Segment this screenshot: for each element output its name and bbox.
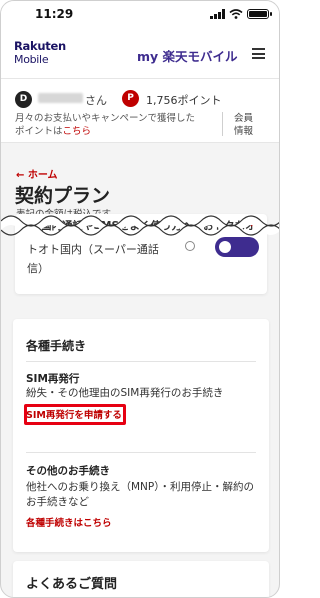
other-procedures-link[interactable]: 各種手続きはこちら	[26, 515, 112, 529]
faq-card: よくあるご質問	[13, 561, 269, 597]
status-time: 11:29	[35, 7, 74, 21]
logo-line2: Mobile	[14, 53, 49, 66]
my-rakuten-mobile-brand: my 楽天モバイル	[137, 49, 238, 64]
logo-line1: Rakuten	[14, 39, 66, 53]
member-info-line1: 会員	[234, 113, 254, 124]
hamburger-menu-icon[interactable]	[252, 48, 265, 59]
sim-reissue-apply-link[interactable]: SIM再発行を申請する	[24, 404, 126, 425]
divider	[26, 452, 256, 453]
app-header: Rakuten Mobile my 楽天モバイル	[1, 29, 279, 79]
points-note-text2: ポイントは	[15, 126, 63, 137]
faq-heading: よくあるご質問	[26, 577, 118, 592]
banner-option-name-cont: 信）	[27, 262, 49, 275]
account-bar: D さん P 1,756ポイント 月々のお支払いやキャンペーンで獲得した ポイン…	[1, 79, 279, 143]
points-balance[interactable]: 1,756ポイント	[146, 92, 222, 108]
back-home-link[interactable]: ← ホーム	[16, 166, 58, 181]
battery-icon	[247, 9, 272, 19]
rank-badge-icon: D	[15, 91, 32, 108]
phone-screen: 11:29 Rakuten Mobile my 楽天モバイル D さん P 1,…	[0, 0, 280, 598]
procedures-card: 各種手続き SIM再発行 紛失・その他理由のSIM再発行のお手続き SIM再発行…	[13, 319, 269, 552]
procedures-heading: 各種手続き	[26, 339, 87, 353]
other-procedures-title: その他のお手続き	[26, 465, 110, 477]
member-info-line2: 情報	[234, 126, 254, 137]
user-honorific: さん	[85, 94, 107, 107]
torn-edge-decoration	[1, 215, 279, 236]
user-name-blurred	[38, 93, 83, 103]
banner-option-name: トオト国内（スーパー通話	[27, 243, 159, 256]
highlight-box	[24, 404, 126, 425]
points-note: 月々のお支払いやキャンペーンで獲得した ポイントはこちら	[15, 112, 215, 138]
signal-icon	[210, 9, 225, 19]
sim-reissue-title: SIM再発行	[26, 373, 80, 385]
other-procedures-desc: 他社へのお乗り換え（MNP）・利用停止・解約のお手続きなど	[26, 481, 254, 508]
divider	[26, 361, 256, 362]
wifi-icon	[229, 9, 243, 19]
points-note-text1: 月々のお支払いやキャンペーンで獲得した	[15, 113, 196, 124]
sim-reissue-desc: 紛失・その他理由のSIM再発行のお手続き	[26, 387, 224, 399]
points-icon: P	[122, 90, 139, 107]
status-icons	[210, 9, 272, 19]
points-note-link[interactable]: こちら	[63, 126, 92, 137]
rakuten-mobile-logo[interactable]: Rakuten Mobile	[14, 39, 66, 67]
member-info-link[interactable]: 会員 情報	[234, 112, 253, 138]
divider	[222, 112, 223, 136]
status-bar: 11:29	[1, 1, 279, 29]
